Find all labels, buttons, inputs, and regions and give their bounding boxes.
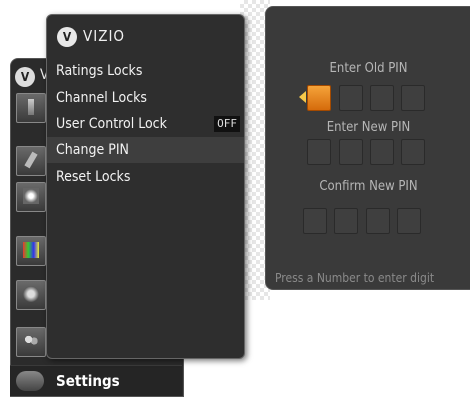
parental-locks-submenu: V VIZIO Ratings Locks Channel Locks User… — [46, 14, 245, 359]
new-pin-row — [266, 139, 470, 165]
vizio-logo-icon: V — [57, 27, 77, 47]
confirm-pin-digit-2[interactable] — [334, 208, 358, 234]
antenna-icon[interactable] — [16, 182, 46, 212]
old-pin-digit-2[interactable] — [339, 85, 363, 111]
audio-icon[interactable] — [16, 280, 46, 310]
new-pin-digit-2[interactable] — [339, 139, 363, 165]
menu-item-label: User Control Lock — [56, 116, 167, 132]
new-pin-digit-4[interactable] — [401, 139, 425, 165]
confirm-pin-row — [266, 208, 470, 234]
settings-menu-item[interactable]: Settings — [10, 365, 182, 396]
old-pin-digit-3[interactable] — [370, 85, 394, 111]
confirm-pin-label: Confirm New PIN — [319, 179, 418, 194]
confirm-pin-digit-1[interactable] — [303, 208, 327, 234]
old-pin-digit-4[interactable] — [401, 85, 425, 111]
pencil-icon[interactable] — [16, 93, 46, 123]
vizio-logo-icon: V — [15, 67, 35, 87]
picture-icon[interactable] — [16, 236, 46, 266]
users-icon[interactable] — [16, 327, 46, 357]
brand-name: VIZIO — [83, 27, 126, 45]
menu-item-ratings-locks[interactable]: Ratings Locks — [47, 58, 244, 84]
pin-hint-text: Press a Number to enter digit — [275, 271, 435, 285]
new-pin-label: Enter New PIN — [326, 120, 411, 135]
old-pin-digit-1[interactable] — [307, 85, 331, 111]
remote-icon[interactable] — [16, 146, 46, 176]
status-badge: OFF — [214, 116, 240, 132]
cursor-arrow-icon — [299, 91, 306, 103]
menu-item-channel-locks[interactable]: Channel Locks — [47, 85, 244, 111]
old-pin-row — [266, 85, 470, 111]
menu-item-label: Change PIN — [56, 142, 129, 158]
menu-item-user-control-lock[interactable]: User Control Lock OFF — [47, 111, 244, 137]
change-pin-panel: Enter Old PIN Enter New PIN Confirm New … — [265, 6, 470, 290]
menu-item-change-pin[interactable]: Change PIN — [47, 137, 244, 163]
settings-label: Settings — [56, 372, 120, 390]
menu-item-label: Ratings Locks — [56, 63, 143, 79]
new-pin-digit-3[interactable] — [370, 139, 394, 165]
old-pin-label: Enter Old PIN — [329, 61, 408, 76]
settings-icon — [16, 371, 44, 391]
menu-item-reset-locks[interactable]: Reset Locks — [47, 164, 244, 190]
new-pin-digit-1[interactable] — [307, 139, 331, 165]
confirm-pin-digit-4[interactable] — [397, 208, 421, 234]
menu-item-label: Reset Locks — [56, 169, 131, 185]
confirm-pin-digit-3[interactable] — [366, 208, 390, 234]
menu-item-label: Channel Locks — [56, 90, 147, 106]
